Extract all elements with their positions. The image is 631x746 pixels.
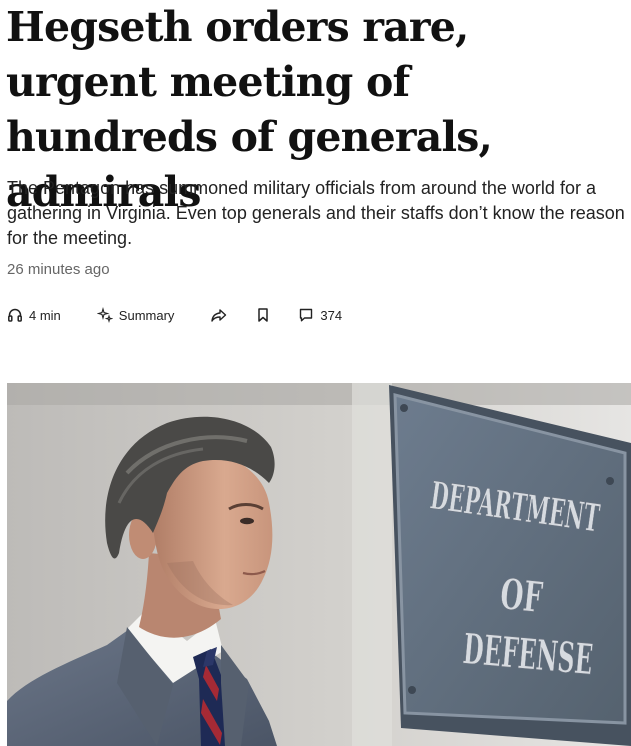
- article-toolbar: 4 min Summary 374: [7, 304, 342, 326]
- plaque-line-2: OF: [498, 569, 545, 622]
- save-button[interactable]: [256, 307, 270, 323]
- department-of-defense-plaque: DEPARTMENT OF DEFENSE: [389, 385, 631, 746]
- bookmark-icon: [256, 307, 270, 323]
- comments-button[interactable]: 374: [298, 307, 342, 323]
- hero-image[interactable]: DEPARTMENT OF DEFENSE: [7, 383, 631, 746]
- summary-button[interactable]: Summary: [96, 307, 175, 323]
- share-button[interactable]: [210, 307, 228, 323]
- share-arrow-icon: [210, 307, 228, 323]
- summary-label: Summary: [118, 307, 175, 323]
- article-dek: The Pentagon has summoned military offic…: [7, 178, 625, 248]
- listen-duration: 4 min: [29, 307, 61, 323]
- sparkle-icon: [96, 307, 113, 323]
- headphones-icon: [7, 307, 23, 323]
- comment-icon: [298, 307, 314, 323]
- listen-button[interactable]: 4 min: [7, 307, 61, 323]
- article-timestamp: 26 minutes ago: [7, 261, 110, 278]
- comments-count: 374: [320, 307, 343, 323]
